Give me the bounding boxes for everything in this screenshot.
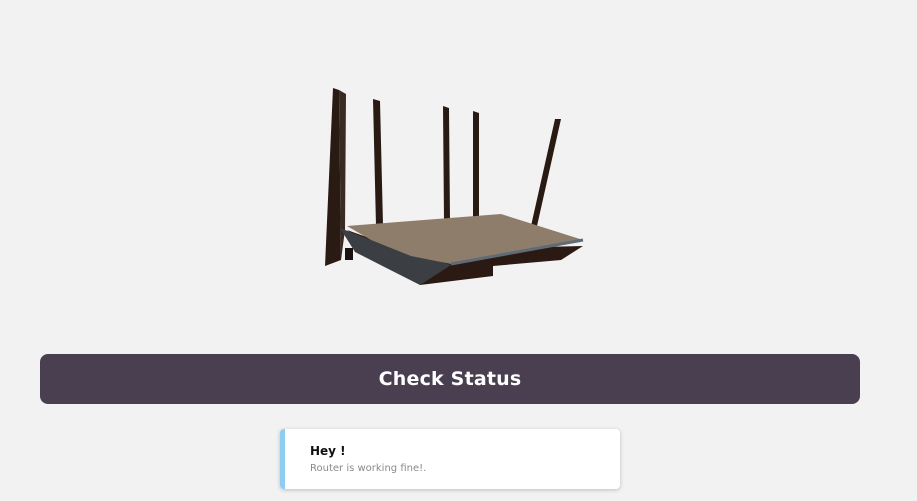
toast-title: Hey !: [310, 444, 346, 458]
check-status-button[interactable]: Check Status: [40, 354, 860, 404]
toast-accent-bar: [280, 429, 285, 489]
status-toast: Hey ! Router is working fine!.: [280, 429, 620, 489]
router-image: [315, 80, 595, 300]
toast-message: Router is working fine!.: [310, 463, 427, 474]
